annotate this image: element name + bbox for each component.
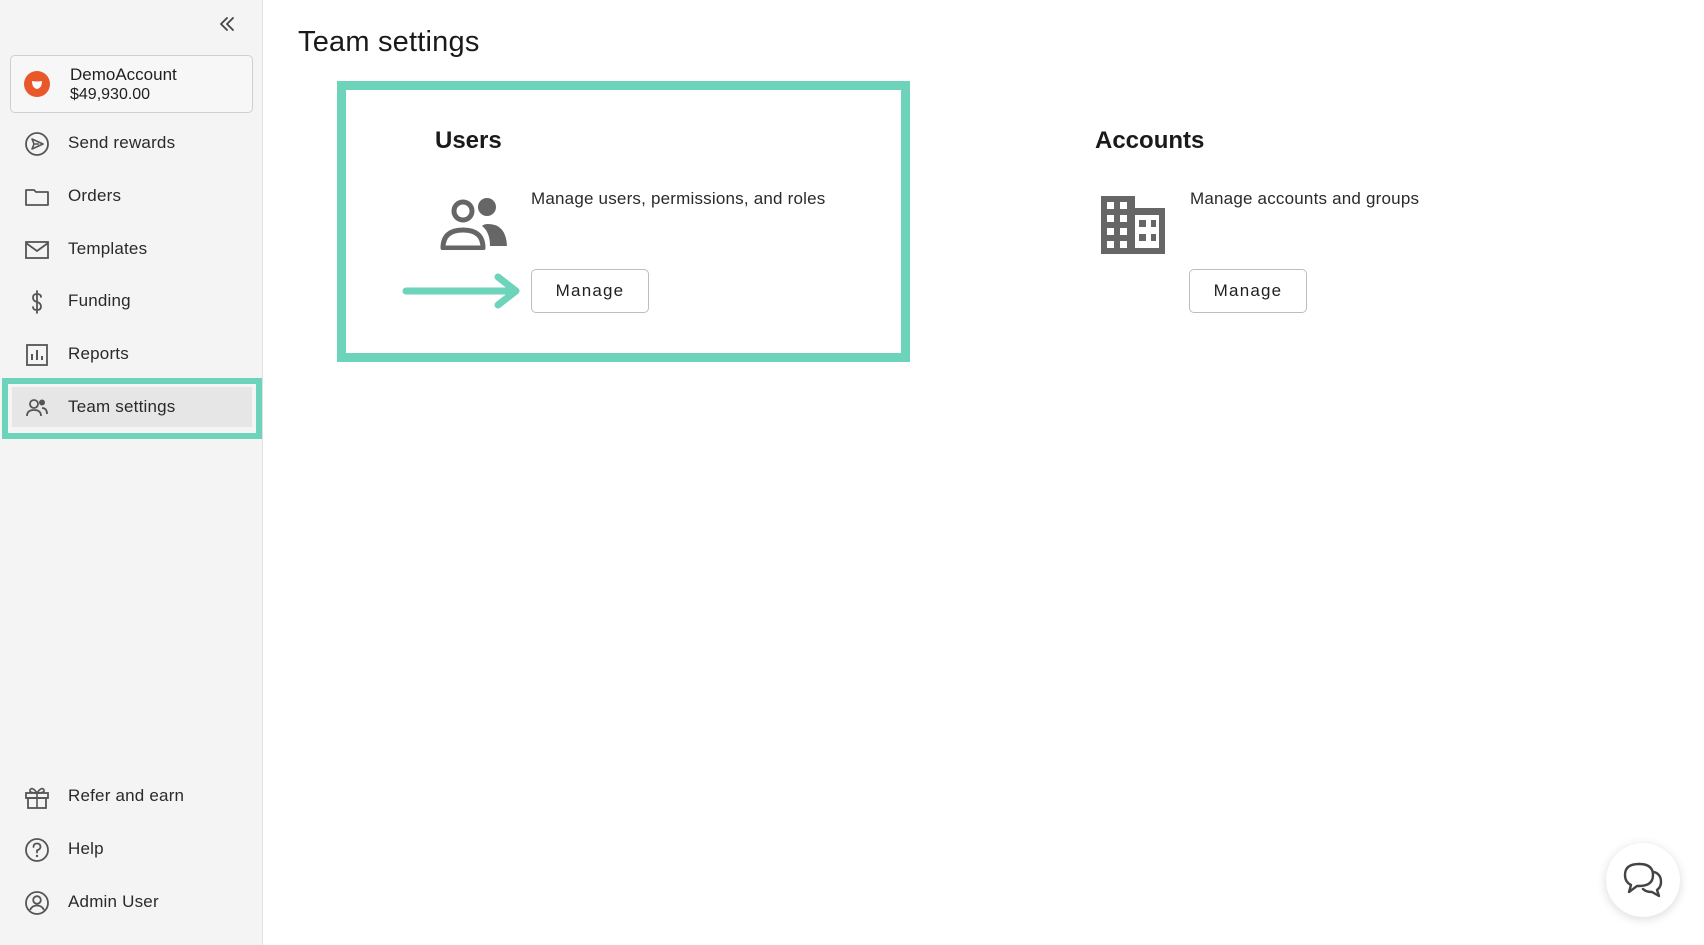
account-switcher[interactable]: DemoAccount $49,930.00: [10, 55, 253, 113]
nav-label: Reports: [68, 344, 129, 363]
nav-item-templates[interactable]: Templates: [12, 229, 252, 269]
dollar-icon: [24, 289, 50, 315]
account-balance: $49,930.00: [70, 86, 151, 103]
collapse-sidebar-button[interactable]: [213, 10, 241, 38]
nav-label: Send rewards: [68, 133, 176, 152]
nav-item-reports[interactable]: Reports: [12, 334, 252, 374]
nav-label: Team settings: [68, 397, 176, 416]
accounts-card-title: Accounts: [1095, 127, 1205, 154]
sidebar: DemoAccount $49,930.00 Send rewards Orde…: [0, 0, 263, 945]
chat-bubbles-icon: [1623, 862, 1663, 898]
nav-label: Help: [68, 839, 104, 858]
send-icon: [24, 131, 50, 157]
nav-item-help[interactable]: Help: [12, 829, 252, 869]
double-chevron-left-icon: [220, 17, 234, 31]
nav-label: Admin User: [68, 892, 159, 911]
nav-item-funding[interactable]: Funding: [12, 281, 252, 321]
users-card-description: Manage users, permissions, and roles: [531, 189, 826, 208]
users-card-highlight: [337, 81, 910, 362]
gift-icon: [24, 784, 50, 810]
users-icon: [440, 194, 510, 255]
accounts-card-description: Manage accounts and groups: [1190, 189, 1420, 208]
arrow-right-icon: [402, 273, 520, 309]
account-name: DemoAccount: [70, 65, 177, 84]
nav-label: Templates: [68, 239, 148, 258]
accounts-manage-button[interactable]: Manage: [1189, 269, 1307, 313]
user-circle-icon: [24, 890, 50, 916]
nav-label: Funding: [68, 291, 131, 310]
nav-item-send-rewards[interactable]: Send rewards: [12, 123, 252, 163]
team-icon: [24, 395, 50, 421]
nav-item-orders[interactable]: Orders: [12, 176, 252, 216]
users-card-title: Users: [435, 127, 502, 154]
help-icon: [24, 837, 50, 863]
chart-icon: [24, 342, 50, 368]
mail-icon: [24, 237, 50, 263]
nav-label: Refer and earn: [68, 786, 185, 805]
building-icon: [1099, 194, 1167, 261]
nav-item-team-settings[interactable]: Team settings: [12, 387, 252, 427]
nav-item-admin-user[interactable]: Admin User: [12, 882, 252, 922]
nav-label: Orders: [68, 186, 122, 205]
folder-icon: [24, 184, 50, 210]
nav-item-refer-and-earn[interactable]: Refer and earn: [12, 776, 252, 816]
users-manage-button[interactable]: Manage: [531, 269, 649, 313]
account-logo-icon: [24, 71, 50, 97]
chat-widget-button[interactable]: [1606, 843, 1680, 917]
page-title: Team settings: [298, 26, 480, 58]
